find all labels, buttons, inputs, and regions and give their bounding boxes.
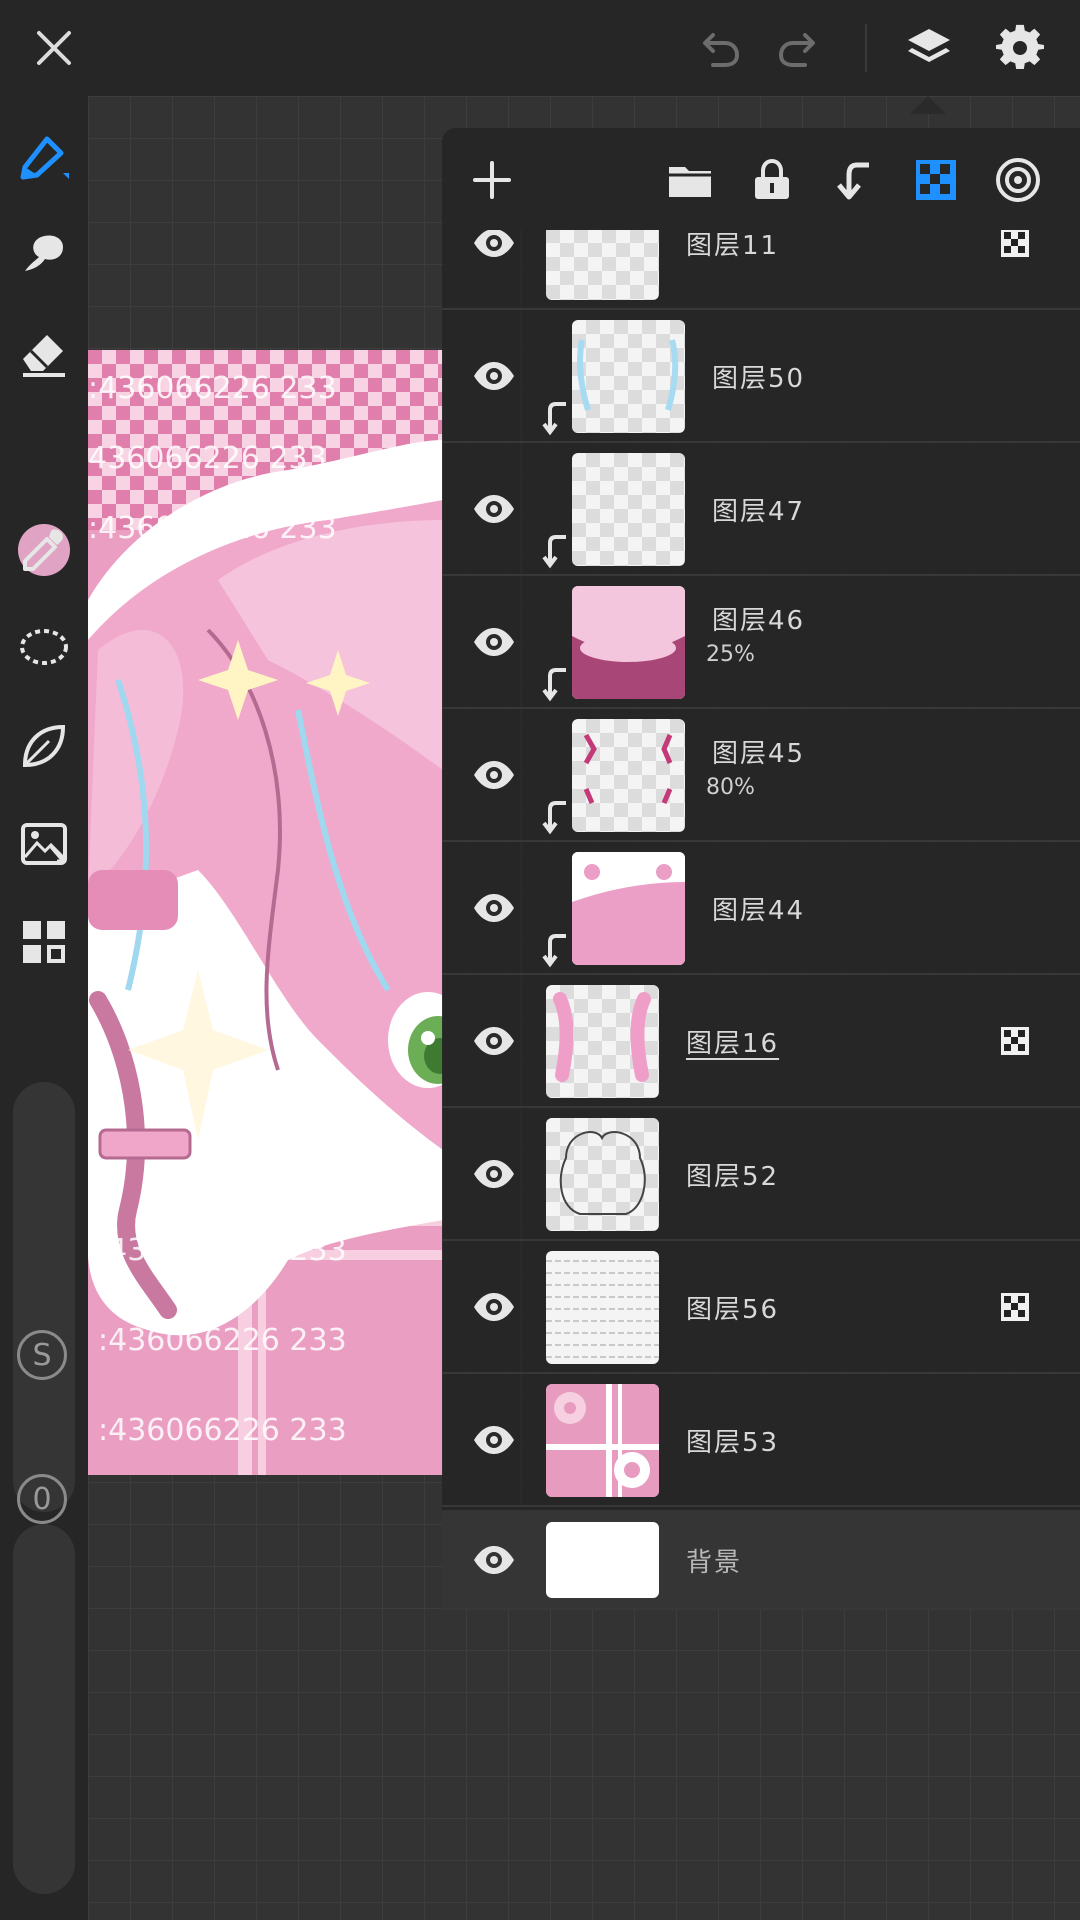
layer-row[interactable]: 图层44: [442, 842, 1080, 975]
close-icon[interactable]: [24, 18, 84, 78]
eye-icon[interactable]: [458, 1524, 530, 1596]
watermark-4: :436066226 233: [98, 1233, 347, 1268]
eyedropper-icon[interactable]: [14, 520, 74, 580]
brush-opacity-label: 0: [17, 1474, 67, 1524]
layer-list[interactable]: 图层11 图层50 图层47 图层46 25% 图层45 80% 图层44 图层…: [442, 230, 1080, 1610]
lock-icon[interactable]: [744, 152, 800, 208]
alpha-lock-indicator-icon: [1001, 230, 1029, 257]
layers-panel: 图层11 图层50 图层47 图层46 25% 图层45 80% 图层44 图层…: [442, 128, 1080, 1610]
import-image-icon[interactable]: [14, 814, 74, 874]
layer-thumbnail: [572, 586, 685, 699]
layer-row[interactable]: 图层52: [442, 1108, 1080, 1241]
folder-icon[interactable]: [662, 152, 718, 208]
layers-panel-caret: [910, 96, 946, 114]
gear-icon[interactable]: [991, 18, 1051, 78]
redo-icon[interactable]: [770, 18, 830, 78]
eye-icon[interactable]: [458, 872, 530, 944]
layer-row[interactable]: 图层11: [442, 230, 1080, 310]
top-bar-divider: [865, 24, 867, 72]
layers-panel-toolbar: [442, 128, 1080, 230]
background-thumbnail: [546, 1522, 659, 1598]
layer-name[interactable]: 图层47: [712, 491, 805, 528]
watermark-6: :436066226 233: [98, 1413, 347, 1448]
layer-name[interactable]: 背景: [686, 1542, 742, 1579]
top-bar: [0, 0, 1080, 96]
watermark-3: :436066226 233: [88, 511, 337, 546]
layer-row[interactable]: 图层16: [442, 975, 1080, 1108]
clip-arrow-icon: [542, 934, 566, 968]
brush-size-label: S: [17, 1330, 67, 1380]
layer-thumbnail: [546, 1384, 659, 1497]
artwork-illustration: :436066226 233 :436066226 233 :436066226…: [88, 350, 443, 1475]
alpha-lock-icon[interactable]: [908, 152, 964, 208]
eye-icon[interactable]: [458, 473, 530, 545]
layer-row[interactable]: 图层53: [442, 1374, 1080, 1507]
eye-icon[interactable]: [458, 1138, 530, 1210]
eraser-icon[interactable]: [14, 322, 74, 382]
artwork-canvas[interactable]: :436066226 233 :436066226 233 :436066226…: [88, 350, 443, 1475]
clip-icon[interactable]: [826, 152, 882, 208]
background-layer-row[interactable]: 背景: [442, 1510, 1080, 1610]
lasso-icon[interactable]: [14, 618, 74, 678]
eye-icon[interactable]: [458, 739, 530, 811]
layer-thumbnail: [572, 852, 685, 965]
clip-arrow-icon: [542, 402, 566, 436]
left-toolbar: S 0: [0, 96, 88, 1920]
layer-row[interactable]: 图层47: [442, 443, 1080, 576]
layer-opacity: 25%: [706, 642, 755, 667]
brush-icon[interactable]: [14, 126, 74, 186]
layer-name[interactable]: 图层50: [712, 358, 805, 395]
gallery-grid-icon[interactable]: [14, 912, 74, 972]
eye-icon[interactable]: [458, 1005, 530, 1077]
layer-name[interactable]: 图层16: [686, 1023, 779, 1060]
smudge-icon[interactable]: [14, 224, 74, 284]
layer-thumbnail: [546, 1251, 659, 1364]
clip-arrow-icon: [542, 801, 566, 835]
clip-arrow-icon: [542, 535, 566, 569]
eye-icon[interactable]: [458, 606, 530, 678]
eye-icon[interactable]: [458, 340, 530, 412]
eye-icon[interactable]: [458, 230, 530, 279]
layer-row[interactable]: 图层46 25%: [442, 576, 1080, 709]
alpha-lock-indicator-icon: [1001, 1293, 1029, 1321]
layer-name[interactable]: 图层44: [712, 890, 805, 927]
watermark-1: :436066226 233: [88, 371, 337, 406]
eye-icon[interactable]: [458, 1271, 530, 1343]
layer-opacity: 80%: [706, 775, 755, 800]
layer-thumbnail: [572, 719, 685, 832]
layer-name[interactable]: 图层52: [686, 1156, 779, 1193]
layer-name[interactable]: 图层11: [686, 230, 779, 262]
layer-thumbnail: [572, 453, 685, 566]
layer-name[interactable]: 图层46: [712, 600, 805, 637]
layers-icon[interactable]: [899, 18, 959, 78]
reference-icon[interactable]: [990, 152, 1046, 208]
undo-icon[interactable]: [688, 18, 748, 78]
layer-thumbnail: [572, 320, 685, 433]
brush-size-slider[interactable]: [13, 1082, 75, 1512]
layer-name[interactable]: 图层53: [686, 1422, 779, 1459]
leaf-icon[interactable]: [14, 716, 74, 776]
layer-name[interactable]: 图层45: [712, 733, 805, 770]
watermark-5: :436066226 233: [98, 1323, 347, 1358]
brush-opacity-slider[interactable]: [13, 1524, 75, 1894]
layer-thumbnail: [546, 985, 659, 1098]
clip-arrow-icon: [542, 668, 566, 702]
layer-row[interactable]: 图层50: [442, 310, 1080, 443]
eye-icon[interactable]: [458, 1404, 530, 1476]
layer-row[interactable]: 图层56: [442, 1241, 1080, 1374]
watermark-2: :436066226 233: [88, 441, 327, 476]
layer-thumbnail: [546, 1118, 659, 1231]
layer-name[interactable]: 图层56: [686, 1289, 779, 1326]
layer-thumbnail: [546, 230, 659, 300]
add-icon[interactable]: [464, 152, 520, 208]
alpha-lock-indicator-icon: [1001, 1027, 1029, 1055]
layer-row[interactable]: 图层45 80%: [442, 709, 1080, 842]
